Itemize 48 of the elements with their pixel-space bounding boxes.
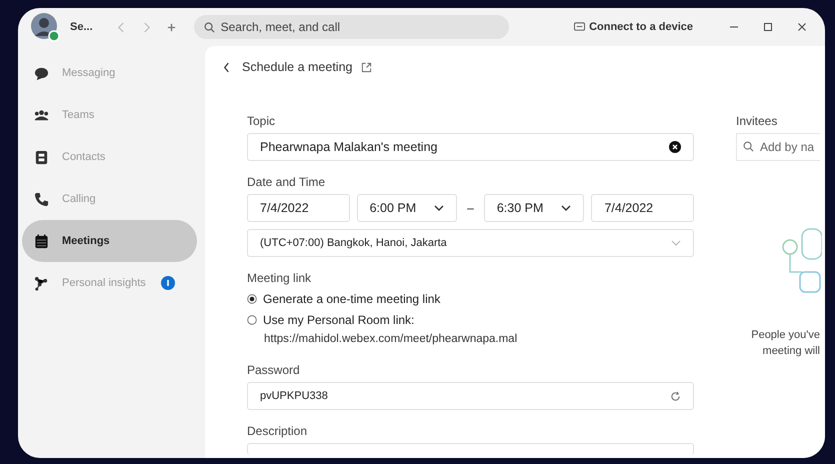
radio-option[interactable]: Generate a one-time meeting link [247,290,694,307]
screen-icon [574,22,586,32]
invitees-label: Invitees [736,114,778,128]
topic-field[interactable]: Phearwnapa Malakan's meeting [247,133,694,161]
empty-state-text: People you've [751,329,820,341]
back-icon[interactable] [223,62,230,72]
add-invitee-field[interactable]: Add by na [736,133,820,161]
radio-option[interactable]: Use my Personal Room link: [247,311,694,328]
pop-out-icon[interactable] [360,62,372,72]
search-icon [204,22,215,33]
field-label: Meeting link [247,271,312,285]
password-field[interactable]: pvUPKPU338 [247,382,694,410]
chevron-down-icon [671,240,681,246]
maximize-icon[interactable] [763,22,773,32]
field-label: Date and Time [247,175,326,189]
calendar-icon [34,234,49,248]
refresh-icon[interactable] [670,390,681,402]
range-separator: – [467,201,474,215]
chevron-down-icon [434,205,444,211]
plus-icon[interactable] [166,22,176,32]
radio-icon[interactable] [247,314,257,324]
contact-book-icon [34,150,49,164]
end-date-field[interactable]: 7/4/2022 [591,194,694,222]
sidebar-item[interactable]: Meetings [22,220,197,262]
radio-icon[interactable] [247,294,257,304]
end-time-dropdown[interactable]: 6:30 PM [484,194,584,222]
personal-room-url: https://mahidol.webex.com/meet/phearwnapa.mal [264,333,518,345]
phone-icon [34,192,49,206]
empty-state-text: meeting will [762,345,820,357]
start-date-field[interactable]: 7/4/2022 [247,194,350,222]
chat-bubble-icon [34,66,49,80]
search-icon [743,141,754,152]
connect-device-button[interactable]: Connect to a device [572,17,695,37]
start-time-dropdown[interactable]: 6:00 PM [356,194,458,222]
clear-icon[interactable] [669,141,681,153]
field-label: Password [247,363,301,377]
field-label: Topic [247,114,276,128]
chevron-down-icon [561,205,572,211]
timezone-dropdown[interactable]: (UTC+07:00) Bangkok, Hanoi, Jakarta [247,229,694,257]
insights-icon [34,276,49,290]
field-label: Description [247,424,308,438]
user-name[interactable]: Se... [70,21,93,33]
close-icon[interactable] [797,22,807,32]
description-field[interactable] [247,443,694,455]
page-title: Schedule a meeting [242,60,352,74]
people-icon [34,108,49,122]
avatar-icon[interactable] [30,12,60,42]
search-field[interactable]: Search, meet, and call [194,15,509,39]
